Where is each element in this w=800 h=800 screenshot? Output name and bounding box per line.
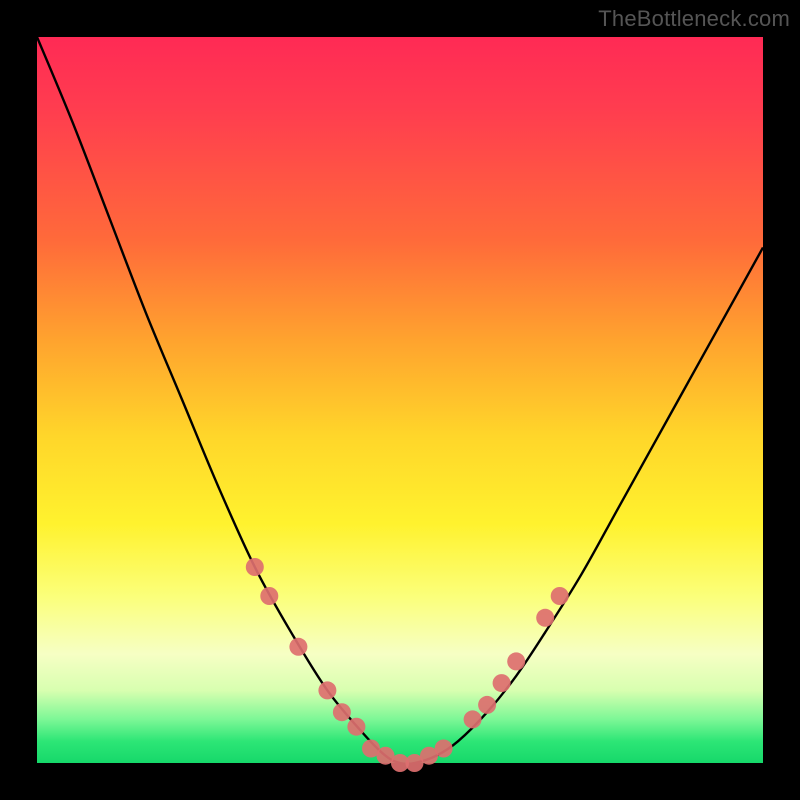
marker-dot — [536, 609, 554, 627]
marker-dot — [260, 587, 278, 605]
marker-dot — [289, 638, 307, 656]
marker-dot — [464, 710, 482, 728]
marker-dot — [246, 558, 264, 576]
bottleneck-curve — [37, 37, 763, 764]
marker-group — [246, 558, 569, 772]
marker-dot — [347, 718, 365, 736]
marker-dot — [493, 674, 511, 692]
marker-dot — [478, 696, 496, 714]
marker-dot — [333, 703, 351, 721]
watermark-text: TheBottleneck.com — [598, 6, 790, 32]
chart-canvas: TheBottleneck.com — [0, 0, 800, 800]
marker-dot — [507, 652, 525, 670]
marker-dot — [435, 740, 453, 758]
plot-area — [37, 37, 763, 763]
curve-layer — [37, 37, 763, 763]
marker-dot — [551, 587, 569, 605]
marker-dot — [318, 681, 336, 699]
